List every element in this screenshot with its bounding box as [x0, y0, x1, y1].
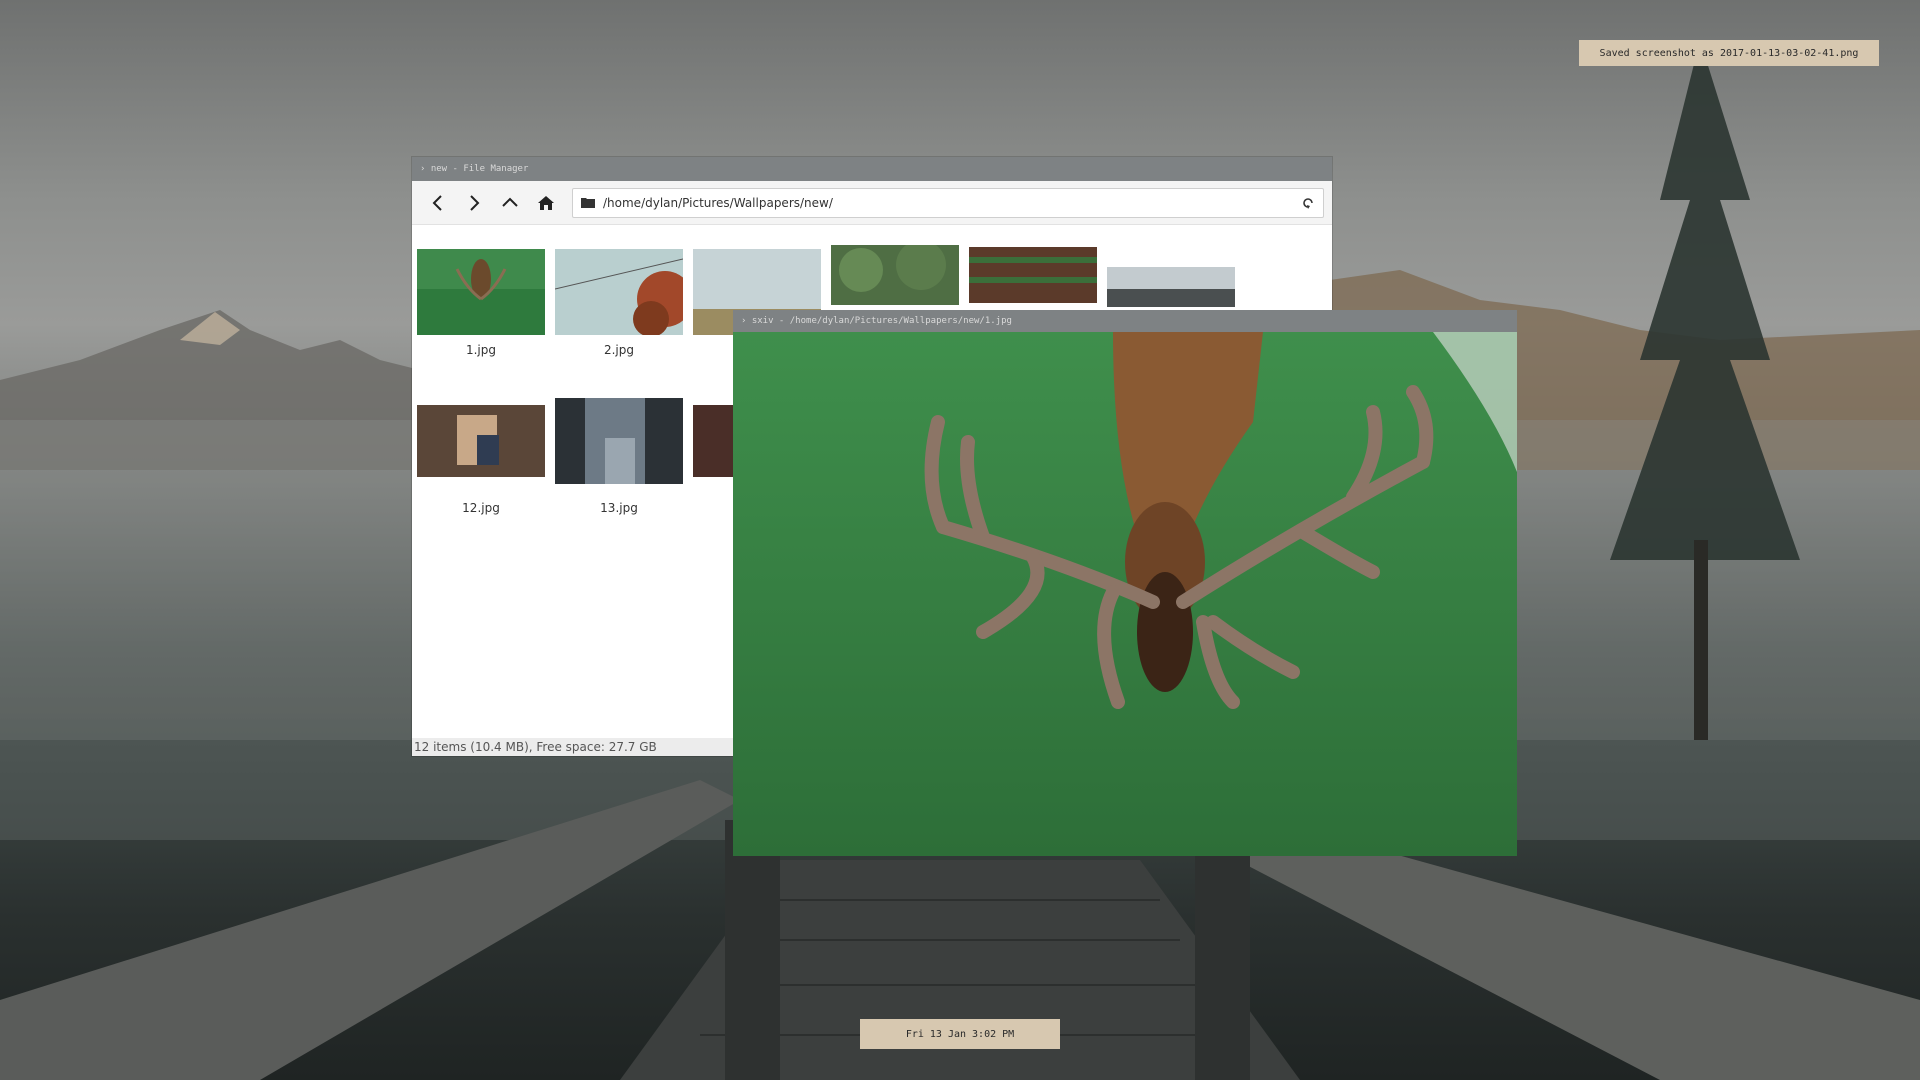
thumbnail-4	[831, 245, 959, 305]
home-button[interactable]	[528, 187, 564, 219]
up-button[interactable]	[492, 187, 528, 219]
file-item[interactable]	[1106, 225, 1236, 307]
up-icon	[502, 197, 518, 207]
image-viewer-title: › sxiv - /home/dylan/Pictures/Wallpapers…	[741, 316, 1012, 326]
file-manager-toolbar: /home/dylan/Pictures/Wallpapers/new/	[412, 181, 1332, 225]
folder-icon	[581, 198, 595, 208]
notification-text: Saved screenshot as 2017-01-13-03-02-41.…	[1599, 47, 1859, 59]
file-name: 1.jpg	[465, 343, 497, 357]
back-icon	[432, 194, 442, 211]
back-button[interactable]	[420, 187, 456, 219]
file-manager-titlebar[interactable]: › new - File Manager	[412, 157, 1332, 181]
reload-icon[interactable]	[1301, 196, 1315, 210]
file-name: 2.jpg	[603, 343, 635, 357]
viewer-image[interactable]	[733, 332, 1517, 856]
location-bar[interactable]: /home/dylan/Pictures/Wallpapers/new/	[572, 187, 1324, 218]
file-name: 13.jpg	[600, 501, 638, 515]
thumbnail-12	[417, 405, 545, 477]
forward-button[interactable]	[456, 187, 492, 219]
image-viewer-window: › sxiv - /home/dylan/Pictures/Wallpapers…	[733, 310, 1517, 856]
forward-icon	[470, 194, 480, 211]
file-item[interactable]: 12.jpg	[416, 385, 546, 515]
thumbnail-13	[555, 398, 683, 484]
file-item[interactable]	[968, 225, 1098, 303]
file-item[interactable]: 13.jpg	[554, 385, 684, 515]
thumbnail-5	[969, 247, 1097, 303]
file-name: 12.jpg	[462, 501, 500, 515]
thumbnail-2	[555, 249, 683, 335]
thumbnail-6	[1107, 267, 1235, 307]
file-item[interactable]	[830, 225, 960, 305]
thumbnail-1	[417, 249, 545, 335]
file-item[interactable]: 1.jpg	[416, 225, 546, 357]
image-viewer-titlebar[interactable]: › sxiv - /home/dylan/Pictures/Wallpapers…	[733, 310, 1517, 332]
screenshot-notification: Saved screenshot as 2017-01-13-03-02-41.…	[1579, 40, 1879, 66]
clock-panel: Fri 13 Jan 3:02 PM	[860, 1019, 1060, 1049]
status-text: 12 items (10.4 MB), Free space: 27.7 GB	[414, 740, 657, 754]
file-manager-title: › new - File Manager	[420, 164, 529, 174]
file-item[interactable]: 2.jpg	[554, 225, 684, 357]
deer-image	[733, 332, 1517, 856]
home-icon	[538, 195, 554, 210]
clock-text: Fri 13 Jan 3:02 PM	[905, 1028, 1015, 1040]
location-path: /home/dylan/Pictures/Wallpapers/new/	[603, 195, 833, 210]
